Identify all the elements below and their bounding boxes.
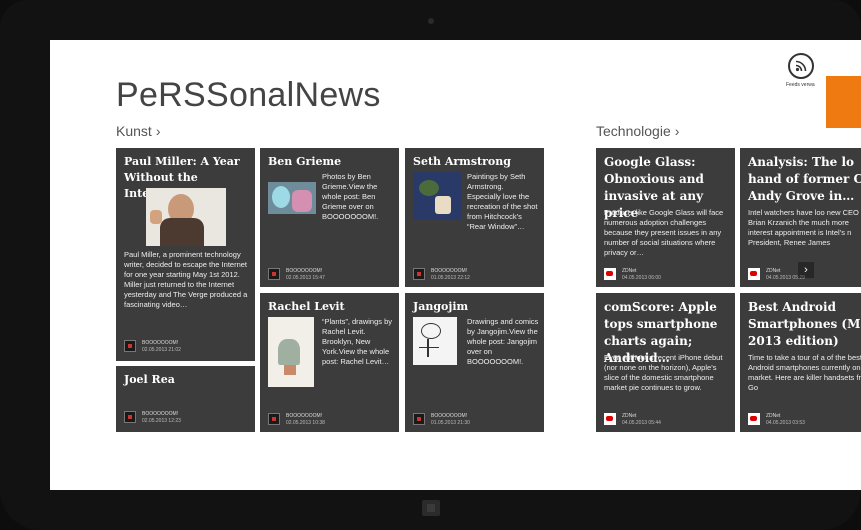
tile-title: Ben Grieme: [268, 155, 342, 168]
news-tile-seth-armstrong[interactable]: Seth Armstrong Paintings by Seth Armstro…: [405, 148, 544, 287]
tile-source: ZDNet: [622, 268, 637, 274]
news-tile-paul-miller[interactable]: Paul Miller: A Year Without the Internet…: [116, 148, 255, 361]
feeds-manage-label[interactable]: Feeds verwa: [786, 82, 815, 88]
comic-thumbnail-image: [413, 317, 457, 365]
news-tile-joel-rea[interactable]: Joel Rea BOOOOOOOM! 02.05.2013 12:23: [116, 366, 255, 432]
tile-summary: “Plants”, drawings by Rachel Levit. Broo…: [322, 317, 393, 366]
zdnet-logo-icon: [748, 268, 760, 280]
news-tile-jangojim[interactable]: Jangojim Drawings and comics by Jangojim…: [405, 293, 544, 432]
tile-summary: Time to take a tour of a of the best And…: [748, 353, 861, 392]
tile-source: BOOOOOOOM!: [431, 413, 468, 419]
tile-date: 04.05.2013 05:44: [622, 420, 661, 426]
tile-date: 02.05.2013 21:02: [142, 347, 181, 353]
tile-source: BOOOOOOOM!: [286, 268, 323, 274]
tile-source: ZDNet: [766, 413, 781, 419]
tile-source: BOOOOOOOM!: [142, 411, 179, 417]
tile-title: Seth Armstrong: [413, 155, 511, 168]
section-header-technologie[interactable]: Technologie ›: [596, 123, 679, 139]
boooooooom-logo-icon: [268, 413, 280, 425]
boooooooom-logo-icon: [124, 411, 136, 423]
news-tile-comscore[interactable]: comScore: Apple tops smartphone charts a…: [596, 293, 735, 432]
tile-date: 04.05.2013 03:53: [766, 420, 805, 426]
zdnet-logo-icon: [604, 413, 616, 425]
windows-button-icon[interactable]: [422, 500, 440, 516]
tile-date: 01.05.2013 22:12: [431, 275, 470, 281]
zdnet-logo-icon: [604, 268, 616, 280]
tile-summary: Even without a recent iPhone debut (nor …: [604, 353, 723, 392]
rss-feed-icon[interactable]: [788, 53, 814, 79]
boooooooom-logo-icon: [124, 340, 136, 352]
camera-icon: [428, 18, 434, 24]
chevron-right-icon: ›: [155, 123, 161, 139]
tile-summary: Products like Google Glass will face num…: [604, 208, 724, 257]
tile-source: BOOOOOOOM!: [286, 413, 323, 419]
boooooooom-logo-icon: [268, 268, 280, 280]
news-tile-google-glass[interactable]: Google Glass: Obnoxious and invasive at …: [596, 148, 735, 287]
app-screen: PeRSSonalNews Feeds verwa Kunst › Paul M…: [50, 40, 861, 490]
tile-title: Jangojim: [413, 300, 469, 313]
tile-summary: Photos by Ben Grieme.View the whole post…: [322, 172, 379, 221]
tile-title: Rachel Levit: [268, 300, 345, 313]
tile-date: 02.05.2013 10:38: [286, 420, 325, 426]
tile-title: Joel Rea: [124, 373, 175, 386]
chevron-right-icon[interactable]: ›: [798, 262, 814, 278]
tablet-bezel: PeRSSonalNews Feeds verwa Kunst › Paul M…: [0, 0, 861, 530]
side-panel-tab[interactable]: [826, 76, 861, 128]
photo-thumbnail-image: [268, 182, 316, 214]
boooooooom-logo-icon: [413, 413, 425, 425]
drawing-thumbnail-image: [268, 317, 314, 387]
section-title: Kunst: [116, 123, 152, 139]
chevron-right-icon: ›: [674, 123, 680, 139]
news-tile-analysis[interactable]: Analysis: The lo hand of former C Andy G…: [740, 148, 861, 287]
video-thumbnail-image: [146, 188, 226, 246]
tile-summary: Paul Miller, a prominent technology writ…: [124, 250, 248, 309]
tile-summary: Drawings and comics by Jangojim.View the…: [467, 317, 539, 366]
zdnet-logo-icon: [748, 413, 760, 425]
tile-title: Best Android Smartphones (M 2013 edition…: [748, 300, 861, 348]
tile-source: ZDNet: [766, 268, 781, 274]
tile-summary: Intel watchers have loo new CEO Brian Kr…: [748, 208, 859, 247]
painting-thumbnail-image: [413, 172, 461, 220]
section-title: Technologie: [596, 123, 671, 139]
news-tile-ben-grieme[interactable]: Ben Grieme Photos by Ben Grieme.View the…: [260, 148, 399, 287]
tile-source: BOOOOOOOM!: [142, 340, 179, 346]
tile-date: 02.05.2013 15:47: [286, 275, 325, 281]
tile-title: Analysis: The lo hand of former C Andy G…: [748, 155, 861, 203]
section-header-kunst[interactable]: Kunst ›: [116, 123, 160, 139]
news-tile-rachel-levit[interactable]: Rachel Levit “Plants”, drawings by Rache…: [260, 293, 399, 432]
boooooooom-logo-icon: [413, 268, 425, 280]
tile-date: 02.05.2013 12:23: [142, 418, 181, 424]
tile-date: 01.05.2013 21:30: [431, 420, 470, 426]
tile-summary: Paintings by Seth Armstrong. Especially …: [467, 172, 538, 231]
tile-date: 04.05.2013 06:00: [622, 275, 661, 281]
tile-source: ZDNet: [622, 413, 637, 419]
news-tile-best-android[interactable]: Best Android Smartphones (M 2013 edition…: [740, 293, 861, 432]
app-title: PeRSSonalNews: [116, 76, 381, 114]
tile-source: BOOOOOOOM!: [431, 268, 468, 274]
